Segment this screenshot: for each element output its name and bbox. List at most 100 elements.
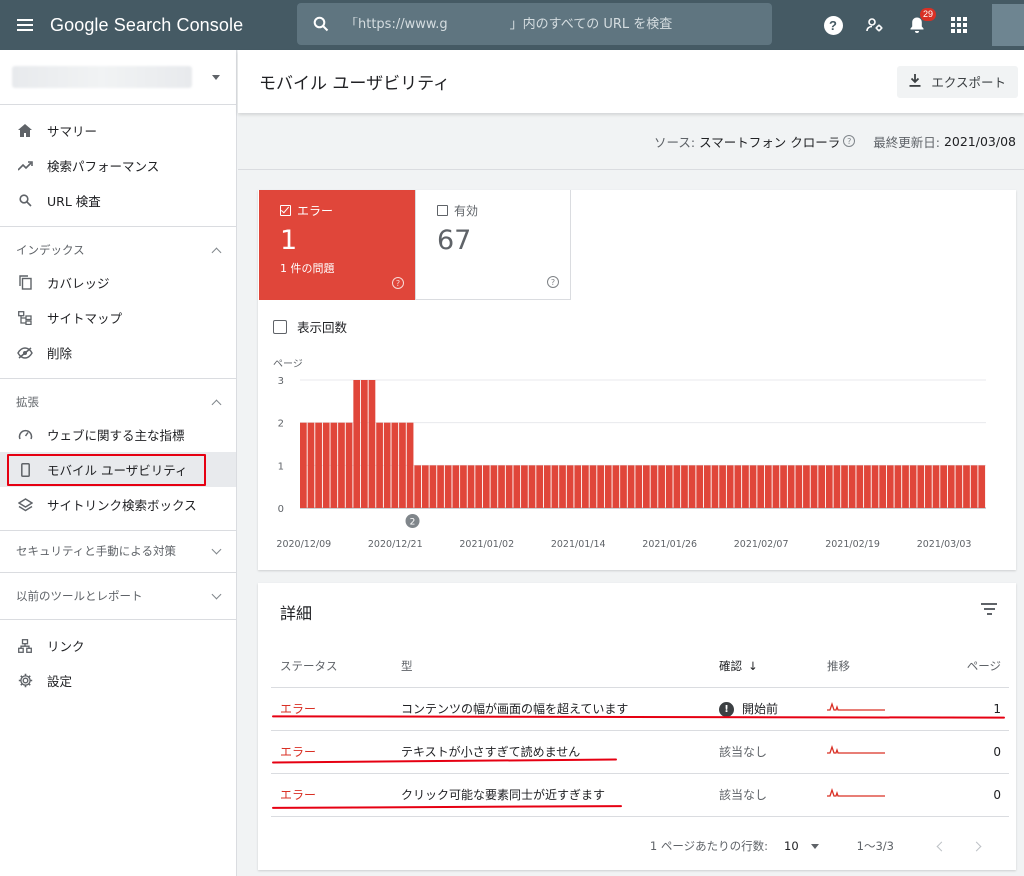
column-header-type[interactable]: 型 — [401, 645, 719, 688]
column-header-validation[interactable]: 確認 ↓ — [719, 645, 827, 688]
chart-bar — [665, 465, 673, 508]
validation-status: 該当なし — [719, 745, 768, 759]
chart-bar — [810, 465, 818, 508]
column-header-label: 確認 — [719, 658, 742, 673]
error-count: 1 — [280, 225, 298, 256]
error-tile[interactable]: エラー 1 1 件の問題 ? — [259, 190, 415, 300]
y-tick-label: 1 — [278, 461, 284, 472]
search-icon[interactable] — [297, 16, 345, 32]
section-header-legacy[interactable]: 以前のツールとレポート — [0, 581, 236, 611]
chart-bar — [795, 465, 803, 508]
sidebar-item-settings[interactable]: 設定 — [0, 663, 236, 698]
sidebar-item-sitelinks-searchbox[interactable]: サイトリンク検索ボックス — [0, 487, 236, 522]
page-header: モバイル ユーザビリティ エクスポート — [238, 50, 1024, 113]
chart-bar — [688, 465, 696, 508]
url-inspect-search[interactable] — [297, 3, 772, 45]
table-row[interactable]: エラー クリック可能な要素同士が近すぎます 該当なし 0 — [271, 773, 1009, 817]
trend-sparkline — [827, 744, 885, 754]
pagination: 1 ページあたりの行数: 10 1～3/3 — [650, 838, 994, 854]
export-button[interactable]: エクスポート — [897, 65, 1018, 98]
sidebar-item-label: URL 検査 — [47, 194, 101, 209]
chart-bar — [917, 465, 925, 508]
help-icon[interactable]: ? — [392, 277, 404, 289]
search-icon — [17, 193, 33, 209]
chart-bar — [650, 465, 658, 508]
chart-bar — [947, 465, 955, 508]
sidebar-item-mobile-usability[interactable]: モバイル ユーザビリティ — [0, 452, 236, 487]
chart-bar — [886, 465, 894, 508]
chart-bar — [376, 422, 383, 508]
error-issue-count: 1 件の問題 — [280, 262, 335, 275]
sidebar-item-links[interactable]: リンク — [0, 628, 236, 663]
sidebar-item-coverage[interactable]: カバレッジ — [0, 265, 236, 300]
section-header-label: インデックス — [16, 243, 85, 257]
trend-sparkline — [827, 701, 885, 711]
apps-button[interactable] — [938, 0, 980, 50]
table-row[interactable]: エラー テキストが小さすぎて読めません 該当なし 0 — [271, 730, 1009, 774]
sidebar-item-label: 削除 — [47, 346, 73, 361]
last-updated-value: 2021/03/08 — [943, 133, 1016, 149]
app-title[interactable]: Google Search Console — [50, 15, 297, 36]
chart-bar — [963, 465, 970, 508]
impressions-toggle[interactable]: 表示回数 — [273, 317, 347, 336]
status-error: エラー — [280, 702, 317, 716]
column-header-trend[interactable]: 推移 — [827, 645, 957, 688]
impressions-label: 表示回数 — [297, 320, 348, 335]
chevron-down-icon — [810, 843, 819, 849]
chart-bar — [703, 465, 711, 508]
chevron-down-icon — [212, 74, 220, 80]
chart-bar — [856, 465, 864, 508]
help-icon[interactable]: ? — [843, 135, 856, 147]
table-row[interactable]: エラー コンテンツの幅が画面の幅を超えています ! 開始前 1 — [271, 687, 1009, 731]
search-input[interactable] — [345, 16, 755, 32]
help-icon[interactable]: ? — [547, 276, 559, 288]
section-header-security[interactable]: セキュリティと手動による対策 — [0, 537, 236, 566]
x-tick-label: 2021/01/14 — [551, 539, 606, 550]
chart-bar — [353, 380, 361, 508]
previous-page-button[interactable] — [936, 841, 947, 851]
x-tick-label: 2020/12/21 — [368, 539, 423, 550]
next-page-button[interactable] — [971, 841, 982, 851]
chart-bar — [399, 422, 406, 508]
sidebar-item-removals[interactable]: 削除 — [0, 335, 236, 370]
account-avatar[interactable] — [992, 4, 1024, 46]
sidebar-item-core-web-vitals[interactable]: ウェブに関する主な指標 — [0, 417, 236, 452]
error-checkbox[interactable] — [280, 205, 291, 216]
sidebar-item-performance[interactable]: 検索パフォーマンス — [0, 148, 236, 183]
details-card: 詳細 ステータス 型 確認 ↓ 推移 ページ エラー コンテンツの幅が画面の幅を超… — [258, 583, 1016, 870]
column-header-status[interactable]: ステータス — [271, 645, 401, 688]
x-tick-label: 2021/01/26 — [642, 539, 697, 550]
x-tick-label: 2020/12/09 — [276, 539, 331, 550]
rows-per-page-label: 1 ページあたりの行数: — [649, 839, 769, 853]
notifications-button[interactable]: 29 — [896, 0, 938, 50]
sidebar-item-sitemaps[interactable]: サイトマップ — [0, 300, 236, 335]
section-header-label: 以前のツールとレポート — [16, 589, 143, 603]
valid-tile[interactable]: 有効 67 ? — [415, 190, 571, 300]
chart-bar — [391, 422, 399, 508]
chart-bar — [536, 465, 544, 508]
page-range: 1～3/3 — [856, 839, 894, 853]
page-title: モバイル ユーザビリティ — [259, 74, 451, 94]
column-header-pages[interactable]: ページ — [957, 645, 1009, 688]
chart-bar — [643, 465, 650, 508]
sidebar-item-url-inspection[interactable]: URL 検査 — [0, 183, 236, 218]
chart-bar — [307, 422, 315, 508]
help-button[interactable]: ? — [812, 0, 854, 50]
sidebar-item-summary[interactable]: サマリー — [0, 113, 236, 148]
chevron-down-icon — [211, 544, 222, 555]
section-header-index[interactable]: インデックス — [0, 235, 236, 265]
error-tile-label: エラー — [297, 204, 334, 218]
chart-bar — [803, 465, 810, 508]
section-header-enhancements[interactable]: 拡張 — [0, 387, 236, 417]
property-selector[interactable] — [0, 50, 236, 105]
valid-checkbox[interactable] — [437, 205, 448, 216]
chart-bar — [925, 465, 932, 508]
filter-icon[interactable] — [981, 603, 997, 615]
pages-bar-chart: ページ 0 1 2 3 2 2020/12/09 2020/12/21 2021/01/02 20… — [273, 359, 986, 550]
account-settings-button[interactable] — [854, 0, 896, 50]
rows-per-page-select[interactable]: 10 — [784, 839, 823, 853]
chart-bar — [505, 465, 513, 508]
copy-icon — [17, 275, 33, 291]
impressions-checkbox[interactable] — [273, 319, 287, 334]
menu-icon[interactable] — [0, 0, 50, 50]
